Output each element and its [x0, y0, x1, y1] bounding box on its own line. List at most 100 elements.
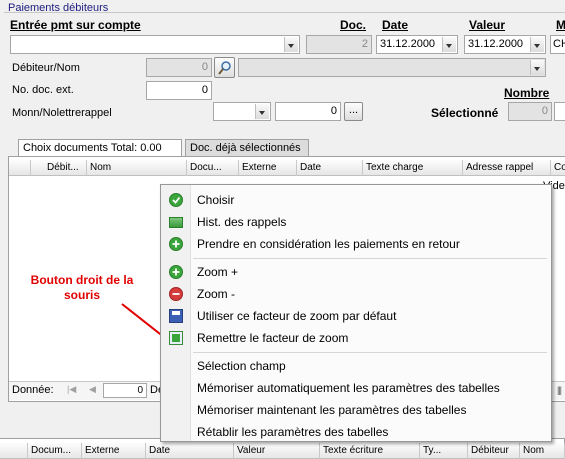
chevron-down-icon[interactable] [442, 37, 456, 52]
menu-item-paiements-retour[interactable]: Prendre en considération les paiements e… [163, 233, 549, 255]
nodoc-field[interactable]: 0 [146, 81, 212, 100]
menu-item-label: Mémoriser automatiquement les paramètres… [197, 381, 500, 395]
col-header[interactable]: Nom [87, 160, 187, 176]
chevron-down-icon[interactable] [255, 104, 269, 119]
date-value: 31.12.2000 [380, 38, 436, 50]
record-value: 0 [137, 385, 143, 396]
valeur-combo[interactable]: 31.12.2000 [464, 35, 546, 54]
valeur-value: 31.12.2000 [468, 38, 524, 50]
date-combo[interactable]: 31.12.2000 [376, 35, 458, 54]
col-header[interactable]: Docu... [187, 160, 239, 176]
zoom-plus-icon [169, 265, 183, 279]
scrollbar-grip-icon[interactable]: ||| [557, 385, 562, 395]
menu-item-zoom-reset[interactable]: Remettre le facteur de zoom [163, 327, 549, 349]
menu-item-label: Mémoriser maintenant les paramètres des … [197, 403, 467, 417]
save-disk-icon [169, 309, 183, 323]
nolettre-field[interactable]: 0 [275, 102, 341, 121]
col-header[interactable]: Texte charge [363, 160, 463, 176]
check-circle-icon [169, 193, 183, 207]
date-label: Date [382, 18, 409, 32]
doc-value: 2 [361, 38, 368, 50]
col-header[interactable]: Externe [239, 160, 297, 176]
debiteur-label: Débiteur/Nom [12, 62, 80, 74]
m-combo[interactable]: CH [550, 35, 565, 54]
status-label: Donnée: [12, 384, 54, 396]
menu-item-label: Remettre le facteur de zoom [197, 331, 349, 345]
tab-choix-documents[interactable]: Choix documents Total: 0.00 [18, 139, 182, 157]
col-header[interactable]: Valeur [234, 443, 320, 459]
search-button[interactable] [214, 57, 235, 78]
monn-label: Monn/Nolettrerappel [12, 107, 112, 119]
entry-combo[interactable] [10, 35, 300, 54]
menu-item-selection-champ[interactable]: Sélection champ [163, 355, 549, 377]
debiteur-field: 0 [146, 58, 212, 77]
menu-item-hist-rappels[interactable]: Hist. des rappels [163, 211, 549, 233]
zoom-minus-icon [169, 287, 183, 301]
menu-item-choisir[interactable]: Choisir [163, 189, 549, 211]
m-label: M [556, 18, 565, 32]
menu-separator [193, 258, 547, 259]
nodoc-value: 0 [201, 84, 208, 96]
col-header[interactable]: Co [551, 160, 565, 176]
col-header[interactable]: Texte écriture [320, 443, 420, 459]
table-grid-icon [169, 217, 183, 228]
col-header[interactable]: Adresse rappel [463, 160, 551, 176]
bottom-grid-selector [0, 443, 28, 459]
col-header[interactable]: Ty... [420, 443, 468, 459]
currency-combo[interactable] [213, 102, 271, 121]
col-header[interactable]: Docum... [28, 443, 82, 459]
nodoc-label: No. doc. ext. [12, 84, 74, 96]
menu-item-retablir[interactable]: Rétablir les paramètres des tabelles [163, 421, 549, 443]
debiteur-value: 0 [201, 61, 208, 73]
menu-item-label: Hist. des rappels [197, 215, 287, 229]
menu-item-zoom-plus[interactable]: Zoom + [163, 261, 549, 283]
selectionne-field: 0 [508, 102, 552, 121]
menu-item-label: Utiliser ce facteur de zoom par défaut [197, 309, 397, 323]
col-header[interactable]: Débit... [31, 160, 87, 176]
col-header[interactable]: Date [297, 160, 363, 176]
menu-item-zoom-default[interactable]: Utiliser ce facteur de zoom par défaut [163, 305, 549, 327]
reset-zoom-icon [169, 331, 183, 345]
ellipsis-button[interactable]: ... [344, 102, 363, 121]
menu-item-label: Zoom - [197, 287, 236, 301]
selectionne-field-2 [554, 102, 565, 121]
grid-header: Débit... Nom Docu... Externe Date Texte … [9, 160, 565, 176]
menu-item-label: Choisir [197, 193, 235, 207]
menu-item-memoriser-auto[interactable]: Mémoriser automatiquement les paramètres… [163, 377, 549, 399]
selectionne-value: 0 [541, 105, 548, 117]
entry-label: Entrée pmt sur compte [10, 18, 141, 32]
col-header[interactable]: Nom [520, 443, 565, 459]
menu-item-label: Sélection champ [197, 359, 286, 373]
selectionne-label: Sélectionné [431, 106, 499, 120]
doc-field: 2 [306, 35, 372, 54]
chevron-down-icon[interactable] [284, 37, 298, 52]
menu-separator [193, 352, 547, 353]
annotation-text: Bouton droit de la souris [30, 273, 134, 302]
chevron-down-icon[interactable] [530, 37, 544, 52]
menu-item-label: Zoom + [197, 265, 239, 279]
col-header[interactable]: Date [146, 443, 234, 459]
tab-doc-selectionnes[interactable]: Doc. déjà sélectionnés [185, 139, 309, 156]
grid-header-selector [9, 160, 31, 176]
menu-item-memoriser-maintenant[interactable]: Mémoriser maintenant les paramètres des … [163, 399, 549, 421]
first-record-icon[interactable]: |◀ [67, 384, 76, 395]
menu-item-label: Prendre en considération les paiements e… [197, 237, 460, 251]
col-header[interactable]: Débiteur [468, 443, 520, 459]
col-header[interactable]: Externe [82, 443, 146, 459]
plus-circle-icon [169, 237, 183, 251]
menu-item-label: Rétablir les paramètres des tabelles [197, 425, 389, 439]
menu-item-zoom-minus[interactable]: Zoom - [163, 283, 549, 305]
context-menu: Choisir Hist. des rappels Prendre en con… [160, 184, 552, 442]
bottom-grid-header: Docum... Externe Date Valeur Texte écrit… [0, 443, 565, 459]
doc-label: Doc. [340, 18, 367, 32]
prev-record-icon[interactable]: ◀ [89, 384, 96, 395]
valeur-label: Valeur [469, 18, 506, 32]
search-icon [218, 61, 231, 75]
group-divider [4, 12, 565, 13]
record-field[interactable]: 0 [103, 383, 147, 398]
chevron-down-icon [530, 60, 544, 75]
debiteur-name-combo [238, 58, 546, 77]
nombre-label: Nombre [504, 86, 550, 100]
nolettre-value: 0 [330, 105, 337, 117]
m-value: CH [553, 38, 565, 50]
